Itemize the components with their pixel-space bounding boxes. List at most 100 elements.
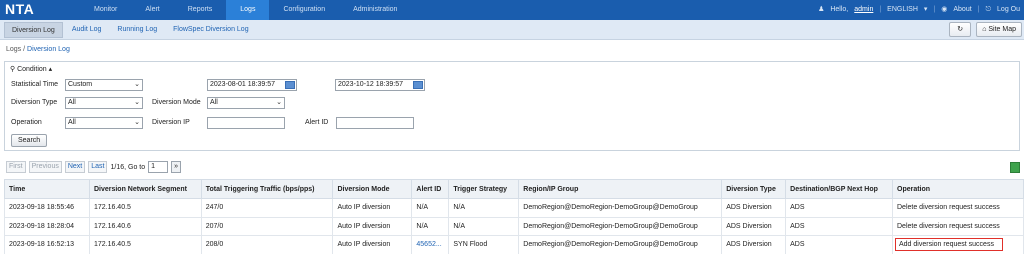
cell-operation: Delete diversion request success — [892, 216, 1024, 236]
nav-logs[interactable]: Logs — [226, 0, 270, 20]
alert-id-input[interactable] — [336, 117, 414, 129]
column-header-strategy[interactable]: Trigger Strategy — [448, 179, 520, 199]
column-header-alert-id[interactable]: Alert ID — [411, 179, 450, 199]
highlighted-operation: Add diversion request success — [895, 238, 1003, 252]
column-header-time[interactable]: Time — [4, 179, 90, 199]
refresh-button[interactable]: ↻ — [949, 22, 972, 37]
column-header-traffic[interactable]: Total Triggering Traffic (bps/pps) — [200, 179, 334, 199]
cell-region: DemoRegion@DemoRegion-DemoGroup@DemoGrou… — [518, 198, 723, 218]
top-navbar: NTA Monitor Alert Reports Logs Configura… — [0, 0, 1024, 20]
column-header-mode[interactable]: Diversion Mode — [332, 179, 413, 199]
start-time-input[interactable]: 2023-08-01 18:39:57 — [207, 79, 297, 91]
start-time-value: 2023-08-01 18:39:57 — [210, 81, 275, 88]
sub-navbar: Diversion Log Audit Log Running Log Flow… — [0, 20, 1024, 40]
cell-time: 2023-09-18 18:55:46 — [4, 198, 90, 218]
cell-traffic: 208/0 — [200, 235, 334, 254]
user-name-link[interactable]: admin — [854, 0, 873, 20]
cell-next-hop: ADS — [785, 235, 893, 254]
logout-link[interactable]: Log Ou — [997, 0, 1020, 20]
language-select[interactable]: ENGLISH — [887, 0, 918, 20]
tab-flowspec-diversion-log[interactable]: FlowSpec Diversion Log — [166, 22, 255, 38]
calendar-icon[interactable] — [285, 81, 295, 89]
site-map-label: Site Map — [988, 26, 1016, 33]
operation-select[interactable]: All ⌄ — [65, 117, 143, 129]
tab-diversion-log[interactable]: Diversion Log — [4, 22, 63, 38]
breadcrumb-root[interactable]: Logs — [6, 46, 21, 53]
chevron-down-icon: ⌄ — [276, 99, 282, 106]
chevron-down-icon: ▾ — [923, 6, 928, 13]
divider: | — [879, 6, 882, 13]
nav-alert[interactable]: Alert — [131, 0, 173, 20]
export-excel-icon[interactable] — [1010, 162, 1020, 173]
table-header-row: Time Diversion Network Segment Total Tri… — [4, 179, 1024, 199]
last-page-button[interactable]: Last — [88, 161, 108, 173]
column-header-operation[interactable]: Operation — [892, 179, 1024, 199]
site-map-button[interactable]: ⌂ Site Map — [976, 22, 1022, 37]
cell-diversion-type: ADS Diversion — [721, 198, 787, 218]
cell-mode: Auto IP diversion — [332, 235, 413, 254]
operation-label: Operation — [11, 119, 42, 126]
cell-segment: 172.16.40.5 — [88, 198, 202, 218]
divider: | — [933, 6, 936, 13]
cell-mode: Auto IP diversion — [332, 216, 413, 236]
previous-page-button[interactable]: Previous — [28, 161, 62, 173]
calendar-icon[interactable] — [413, 81, 423, 89]
home-icon: ⌂ — [982, 26, 987, 33]
end-time-value: 2023-10-12 18:39:57 — [338, 81, 403, 88]
diversion-ip-label: Diversion IP — [152, 119, 190, 126]
column-header-segment[interactable]: Diversion Network Segment — [88, 179, 202, 199]
search-icon: ⚲ — [10, 66, 16, 73]
first-page-button[interactable]: First — [6, 161, 26, 173]
hello-text: Hello, — [830, 6, 849, 13]
column-header-region[interactable]: Region/IP Group — [518, 179, 723, 199]
alert-id-link[interactable]: 45652... — [411, 235, 450, 254]
condition-toggle[interactable]: ⚲ Condition ▴ — [10, 65, 52, 73]
nav-monitor[interactable]: Monitor — [80, 0, 131, 20]
alert-id-label: Alert ID — [305, 119, 329, 126]
breadcrumb-sep: / — [23, 46, 26, 53]
go-to-page-input[interactable]: 1 — [148, 161, 169, 173]
diversion-type-value: All — [68, 99, 76, 106]
diversion-ip-input[interactable] — [207, 117, 285, 129]
diversion-type-select[interactable]: All ⌄ — [65, 97, 143, 109]
operation-value: All — [68, 119, 76, 126]
info-icon: ◉ — [941, 6, 948, 13]
statistical-time-label: Statistical Time — [11, 81, 59, 88]
go-button[interactable]: » — [171, 161, 182, 173]
user-icon: ♟ — [818, 6, 825, 13]
cell-region: DemoRegion@DemoRegion-DemoGroup@DemoGrou… — [518, 216, 723, 236]
user-bar: ♟ Hello, admin | ENGLISH ▾ | ◉ About | ⎋… — [818, 0, 1020, 20]
column-header-diversion-type[interactable]: Diversion Type — [721, 179, 787, 199]
about-link[interactable]: About — [953, 0, 971, 20]
statistical-time-select[interactable]: Custom ⌄ — [65, 79, 143, 91]
end-time-input[interactable]: 2023-10-12 18:39:57 — [335, 79, 425, 91]
chevron-down-icon: ⌄ — [134, 99, 140, 106]
statistical-time-value: Custom — [68, 81, 93, 88]
cell-region: DemoRegion@DemoRegion-DemoGroup@DemoGrou… — [518, 235, 723, 254]
sub-tools: ↻ ⌂ Site Map — [949, 22, 1022, 37]
cell-operation: Add diversion request success — [892, 235, 1024, 254]
nav-reports[interactable]: Reports — [174, 0, 227, 20]
diversion-mode-label: Diversion Mode — [152, 99, 201, 106]
cell-segment: 172.16.40.5 — [88, 235, 202, 254]
divider: | — [977, 6, 980, 13]
tab-audit-log[interactable]: Audit Log — [65, 22, 109, 38]
search-button[interactable]: Search — [11, 134, 48, 147]
next-page-button[interactable]: Next — [64, 161, 86, 173]
nav-administration[interactable]: Administration — [339, 0, 411, 20]
cell-alert-id: N/A — [411, 216, 450, 236]
column-header-next-hop[interactable]: Destination/BGP Next Hop — [785, 179, 893, 199]
cell-time: 2023-09-18 16:52:13 — [4, 235, 90, 254]
refresh-icon: ↻ — [957, 26, 964, 33]
cell-time: 2023-09-18 18:28:04 — [4, 216, 90, 236]
chevron-down-icon: ⌄ — [134, 81, 140, 88]
cell-diversion-type: ADS Diversion — [721, 235, 787, 254]
diversion-type-label: Diversion Type — [11, 99, 58, 106]
tab-running-log[interactable]: Running Log — [110, 22, 164, 38]
table-row: 2023-09-18 16:52:13 172.16.40.5 208/0 Au… — [4, 235, 1024, 254]
cell-alert-id: N/A — [411, 198, 450, 218]
nav-configuration[interactable]: Configuration — [269, 0, 339, 20]
cell-strategy: N/A — [448, 198, 520, 218]
diversion-mode-select[interactable]: All ⌄ — [207, 97, 285, 109]
cell-next-hop: ADS — [785, 198, 893, 218]
